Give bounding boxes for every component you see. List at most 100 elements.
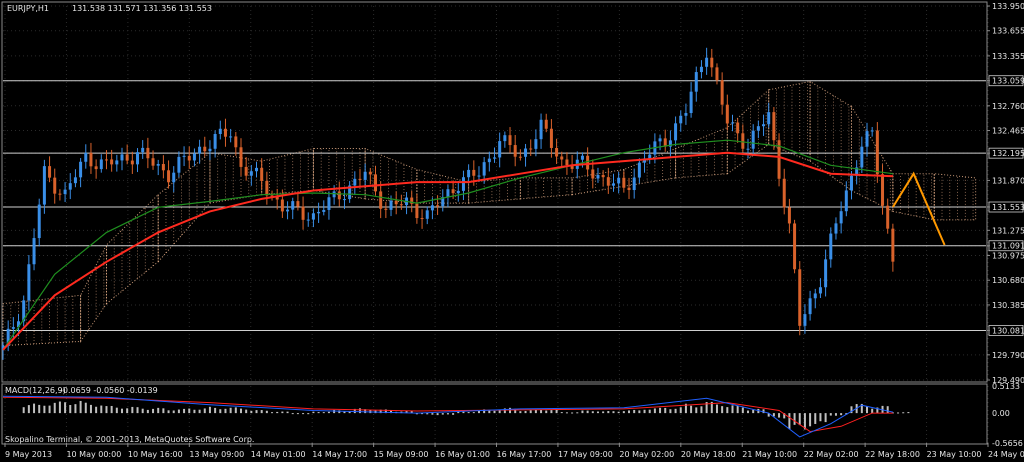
macd-histogram-bar bbox=[664, 407, 667, 414]
macd-histogram-bar bbox=[840, 413, 843, 416]
macd-histogram-bar bbox=[540, 409, 543, 414]
candle-body bbox=[42, 166, 46, 205]
macd-histogram-bar bbox=[441, 413, 444, 415]
candle-body bbox=[875, 130, 879, 175]
candle-body bbox=[751, 130, 755, 149]
candle-body bbox=[627, 187, 631, 191]
macd-histogram-bar bbox=[74, 404, 77, 414]
macd-histogram-bar bbox=[648, 409, 651, 414]
candle-body bbox=[301, 206, 305, 220]
time-tick-label: 10 May 00:00 bbox=[66, 450, 121, 459]
candle-body bbox=[249, 171, 253, 176]
macd-histogram-bar bbox=[183, 408, 186, 414]
macd-histogram-bar bbox=[327, 411, 330, 414]
macd-histogram-bar bbox=[571, 412, 574, 414]
candle-body bbox=[208, 148, 212, 152]
candle-body bbox=[461, 177, 465, 191]
candle-body bbox=[529, 148, 533, 150]
price-tick-label: 129.790 bbox=[992, 351, 1024, 360]
candle-body bbox=[736, 122, 740, 134]
macd-histogram-bar bbox=[446, 413, 449, 415]
candle-body bbox=[684, 113, 688, 116]
macd-histogram-bar bbox=[452, 413, 455, 415]
candle-body bbox=[865, 131, 869, 147]
macd-histogram-bar bbox=[788, 413, 791, 430]
candle-body bbox=[420, 218, 424, 220]
macd-histogram-bar bbox=[203, 408, 206, 414]
macd-histogram-bar bbox=[307, 413, 310, 415]
candle-body bbox=[296, 201, 300, 207]
candle-body bbox=[125, 154, 129, 161]
candle-body bbox=[146, 147, 150, 159]
candle-body bbox=[425, 210, 429, 219]
macd-histogram-bar bbox=[79, 400, 82, 414]
macd-histogram-bar bbox=[69, 405, 72, 414]
macd-histogram-bar bbox=[690, 405, 693, 414]
macd-tick-label: -0.5656 bbox=[992, 439, 1023, 448]
candle-body bbox=[829, 233, 833, 260]
price-tick-label: 133.950 bbox=[992, 2, 1024, 11]
macd-histogram-bar bbox=[141, 408, 144, 414]
candle-body bbox=[218, 128, 222, 135]
price-tick-label: 133.355 bbox=[992, 52, 1024, 61]
candle-body bbox=[156, 164, 160, 166]
time-tick-label: 22 May 18:00 bbox=[865, 450, 920, 459]
candle-body bbox=[322, 209, 326, 212]
macd-histogram-bar bbox=[731, 405, 734, 414]
price-tick-label: 131.870 bbox=[992, 176, 1024, 185]
candle-body bbox=[115, 160, 119, 165]
candle-body bbox=[498, 141, 502, 158]
macd-histogram-bar bbox=[431, 413, 434, 415]
time-tick-label: 15 May 09:00 bbox=[374, 450, 429, 459]
macd-histogram-bar bbox=[58, 401, 61, 414]
candle-body bbox=[720, 80, 724, 105]
macd-histogram-bar bbox=[659, 407, 662, 414]
macd-histogram-bar bbox=[607, 411, 610, 414]
macd-histogram-bar bbox=[229, 407, 232, 414]
candle-body bbox=[596, 175, 600, 179]
candle-body bbox=[11, 327, 15, 329]
candle-body bbox=[513, 145, 517, 157]
macd-histogram-bar bbox=[224, 408, 227, 414]
macd-histogram-bar bbox=[493, 410, 496, 414]
candle-body bbox=[446, 189, 450, 198]
macd-histogram-bar bbox=[638, 410, 641, 414]
macd-histogram-bar bbox=[643, 409, 646, 414]
candle-body bbox=[622, 177, 626, 188]
candle-body bbox=[384, 208, 388, 210]
trading-chart[interactable]: 133.950 133.655 133.355 133.059 132.760 132.4… bbox=[0, 0, 1024, 462]
price-tick-label: 133.059 bbox=[992, 77, 1024, 86]
macd-histogram-bar bbox=[633, 409, 636, 414]
macd-histogram-bar bbox=[824, 413, 827, 423]
macd-histogram-bar bbox=[95, 406, 98, 414]
macd-histogram-bar bbox=[679, 407, 682, 414]
candle-body bbox=[544, 119, 548, 129]
candle-body bbox=[244, 166, 248, 176]
macd-histogram-bar bbox=[100, 405, 103, 414]
macd-title: MACD(12,26,9) bbox=[5, 386, 66, 395]
macd-histogram-bar bbox=[260, 410, 263, 414]
macd-histogram-bar bbox=[157, 407, 160, 414]
candle-body bbox=[136, 152, 140, 165]
macd-histogram-bar bbox=[591, 411, 594, 414]
price-tick-label: 132.195 bbox=[992, 149, 1024, 158]
macd-histogram-bar bbox=[33, 403, 36, 414]
time-tick-label: 20 May 18:00 bbox=[681, 450, 736, 459]
candle-body bbox=[63, 189, 67, 195]
candle-body bbox=[120, 154, 124, 161]
candle-body bbox=[803, 314, 807, 326]
candle-body bbox=[456, 190, 460, 194]
chart-symbol-label: EURJPY,H1 bbox=[7, 4, 49, 13]
candle-body bbox=[637, 162, 641, 178]
candle-body bbox=[762, 124, 766, 127]
candle-body bbox=[767, 112, 771, 125]
candle-body bbox=[130, 160, 134, 165]
candle-body bbox=[689, 91, 693, 114]
macd-histogram-bar bbox=[715, 404, 718, 414]
candle-body bbox=[824, 259, 828, 288]
candle-body bbox=[601, 175, 605, 178]
candle-body bbox=[255, 167, 259, 172]
macd-histogram-bar bbox=[721, 406, 724, 414]
candle-body bbox=[79, 161, 83, 178]
candle-body bbox=[467, 169, 471, 178]
